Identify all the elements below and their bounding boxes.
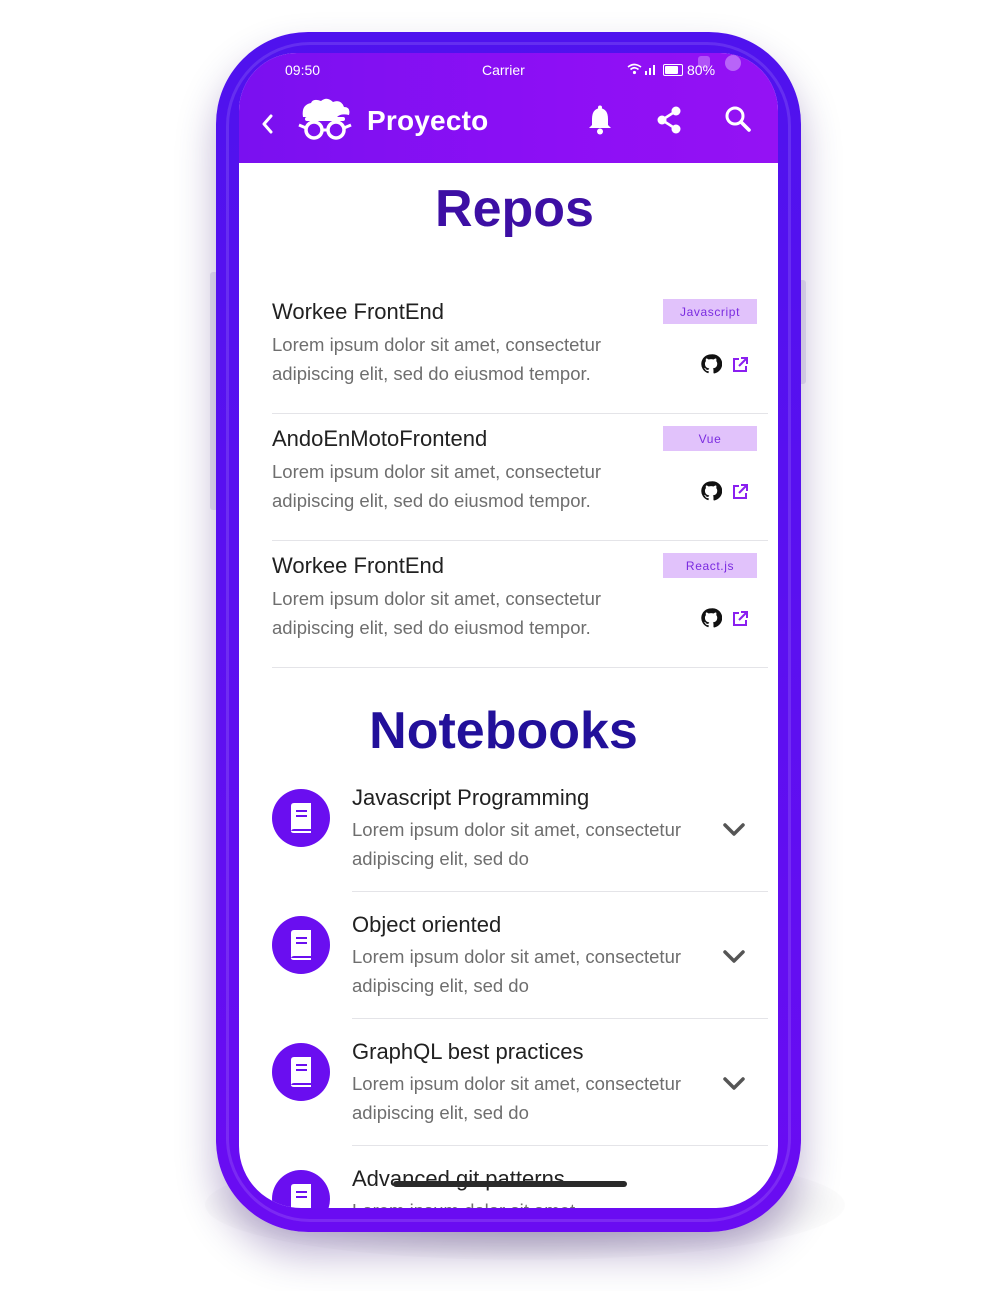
home-indicator[interactable] (393, 1181, 627, 1187)
logo-icon (298, 98, 352, 140)
notebook-description: Lorem ipsum dolor sit amet, (352, 1196, 682, 1208)
notebook-item[interactable]: Object oriented Lorem ipsum dolor sit am… (239, 912, 778, 1039)
repo-name: Workee FrontEnd (272, 553, 445, 578)
notebooks-heading: Notebooks (369, 702, 638, 760)
signal-icon (645, 65, 655, 75)
notebook-item[interactable]: GraphQL best practices Lorem ipsum dolor… (239, 1039, 778, 1166)
chevron-down-icon[interactable] (721, 1075, 747, 1093)
notebook-description: Lorem ipsum dolor sit amet, consectetur … (352, 946, 682, 996)
wifi-icon (627, 63, 642, 75)
tech-tag: Javascript (663, 299, 757, 324)
book-icon (291, 1057, 311, 1087)
notebook-description: Lorem ipsum dolor sit amet, consectetur … (352, 1073, 682, 1123)
app-bar: 09:50 Carrier 80% Proyecto (239, 53, 778, 163)
notebook-item[interactable]: Javascript Programming Lorem ipsum dolor… (239, 785, 778, 912)
tech-tag: Vue (663, 426, 757, 451)
app-title: Proyecto (367, 105, 489, 136)
notebook-avatar (272, 1170, 330, 1208)
divider (352, 891, 768, 892)
notebook-title: Javascript Programming (352, 785, 590, 810)
notebook-title: Object oriented (352, 912, 502, 937)
bell-icon[interactable] (584, 103, 616, 137)
battery-icon (663, 64, 683, 76)
search-icon[interactable] (722, 103, 754, 137)
github-icon[interactable] (700, 480, 722, 502)
repo-item[interactable]: AndoEnMotoFrontend Lorem ipsum dolor sit… (272, 414, 768, 541)
share-icon[interactable] (653, 103, 685, 137)
notebook-description: Lorem ipsum dolor sit amet, consectetur … (352, 819, 682, 869)
notebook-avatar (272, 1043, 330, 1101)
repo-description: Lorem ipsum dolor sit amet, consectetur … (272, 334, 602, 384)
book-icon (291, 930, 311, 960)
notebook-avatar (272, 916, 330, 974)
external-link-icon[interactable] (731, 356, 749, 374)
status-time: 09:50 (285, 62, 321, 78)
notebook-item[interactable]: Advanced git patterns Lorem ipsum dolor … (239, 1166, 778, 1208)
repo-description: Lorem ipsum dolor sit amet, consectetur … (272, 588, 602, 638)
chevron-down-icon[interactable] (721, 948, 747, 966)
github-icon[interactable] (700, 353, 722, 375)
chevron-down-icon[interactable] (721, 821, 747, 839)
divider (352, 1018, 768, 1019)
sensor (698, 56, 710, 68)
repo-item[interactable]: Workee FrontEnd Lorem ipsum dolor sit am… (272, 541, 768, 668)
book-icon (291, 803, 311, 833)
repos-heading: Repos (435, 180, 594, 238)
notebook-avatar (272, 789, 330, 847)
repo-item[interactable]: Workee FrontEnd Lorem ipsum dolor sit am… (272, 287, 768, 414)
external-link-icon[interactable] (731, 483, 749, 501)
phone-screen: 09:50 Carrier 80% Proyecto Repos Workee … (239, 53, 778, 1208)
tech-tag: React.js (663, 553, 757, 578)
front-camera (725, 55, 741, 71)
external-link-icon[interactable] (731, 610, 749, 628)
divider (352, 1145, 768, 1146)
repo-name: Workee FrontEnd (272, 299, 445, 324)
notebook-title: GraphQL best practices (352, 1039, 584, 1064)
repo-description: Lorem ipsum dolor sit amet, consectetur … (272, 461, 602, 511)
book-icon (291, 1184, 311, 1208)
notebook-title: Advanced git patterns (352, 1166, 565, 1191)
repo-name: AndoEnMotoFrontend (272, 426, 488, 451)
github-icon[interactable] (700, 607, 722, 629)
back-arrow-icon[interactable] (257, 111, 279, 137)
status-carrier: Carrier (482, 62, 525, 78)
